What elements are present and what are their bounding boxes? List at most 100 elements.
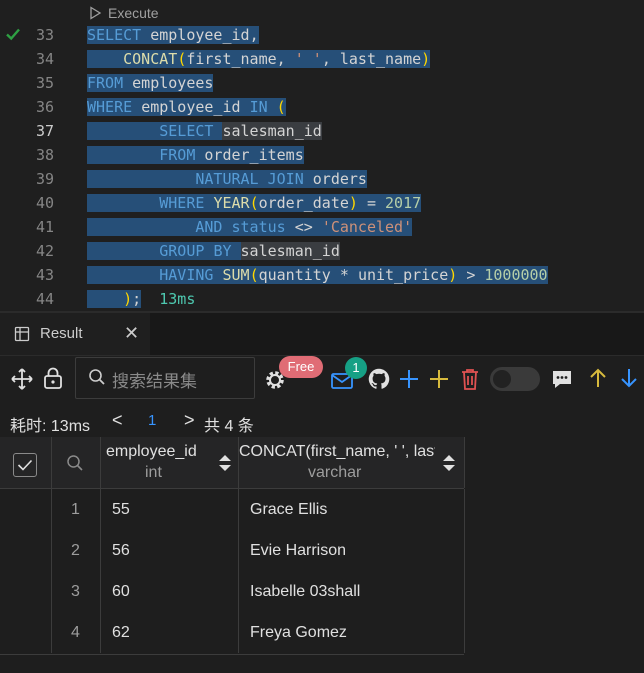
- full-name-cell[interactable]: Grace Ellis: [238, 489, 465, 530]
- code-line[interactable]: 38 FROM order_items: [0, 143, 644, 167]
- search-placeholder: 搜索结果集: [112, 372, 197, 391]
- close-icon[interactable]: ✕: [124, 323, 139, 344]
- code-text: AND status <> 'Canceled': [87, 215, 413, 239]
- code-line[interactable]: 35 FROM employees: [0, 71, 644, 95]
- row-number: 2: [51, 530, 101, 571]
- result-toolbar: 搜索结果集 Free 1: [0, 356, 644, 402]
- line-number: 33: [35, 26, 54, 44]
- elapsed-time: 耗时: 13ms: [10, 418, 91, 435]
- sort-icon[interactable]: [218, 453, 232, 473]
- free-badge[interactable]: Free: [279, 356, 323, 378]
- result-tab-bar: Result ✕: [0, 313, 644, 356]
- column-name: CONCAT(first_name, ' ', last_name): [239, 443, 435, 460]
- tab-result[interactable]: Result ✕: [0, 313, 150, 355]
- code-line[interactable]: 37 SELECT salesman_id: [0, 119, 644, 143]
- employee-id-cell[interactable]: 55: [100, 489, 239, 530]
- move-icon[interactable]: [10, 367, 34, 391]
- search-icon: [89, 369, 105, 385]
- execute-codelens[interactable]: Execute: [88, 4, 159, 22]
- line-number: 37: [35, 122, 54, 140]
- code-line[interactable]: 39 NATURAL JOIN orders: [0, 167, 644, 191]
- employee-id-cell[interactable]: 60: [100, 571, 239, 612]
- result-search-input[interactable]: 搜索结果集: [75, 357, 255, 399]
- execute-label: Execute: [108, 5, 159, 21]
- add-column-icon[interactable]: [428, 368, 450, 390]
- code-text: ); 13ms: [87, 287, 195, 311]
- arrow-up-icon[interactable]: [588, 367, 608, 389]
- search-icon[interactable]: [66, 454, 84, 472]
- code-line[interactable]: 44 ); 13ms: [0, 287, 644, 311]
- full-name-cell[interactable]: Isabelle 03shall: [238, 571, 465, 612]
- code-line[interactable]: 41 AND status <> 'Canceled': [0, 215, 644, 239]
- code-line[interactable]: 42 GROUP BY salesman_id: [0, 239, 644, 263]
- toggle-knob: [493, 370, 511, 388]
- table-row[interactable]: 3 60 Isabelle 03shall: [0, 571, 465, 612]
- line-number: 39: [35, 170, 54, 188]
- select-all-cell: [0, 437, 52, 488]
- line-number: 44: [35, 290, 54, 308]
- sort-icon[interactable]: [442, 453, 456, 473]
- code-text: SELECT salesman_id: [87, 119, 322, 143]
- sql-editor[interactable]: Execute 33 SELECT employee_id, 34 CONCAT…: [0, 0, 644, 312]
- row-number: 1: [51, 489, 101, 530]
- table-row[interactable]: 4 62 Freya Gomez: [0, 612, 465, 653]
- comment-icon[interactable]: [551, 368, 573, 390]
- checkmark-icon: [17, 459, 33, 471]
- notification-count-badge: 1: [345, 357, 367, 379]
- row-number: 3: [51, 571, 101, 612]
- code-line[interactable]: 43 HAVING SUM(quantity * unit_price) > 1…: [0, 263, 644, 287]
- table-icon: [14, 326, 30, 342]
- code-text: FROM order_items: [87, 143, 304, 167]
- line-number: 40: [35, 194, 54, 212]
- code-text: WHERE employee_id IN (: [87, 98, 286, 116]
- add-row-icon[interactable]: [398, 368, 420, 390]
- line-number: 34: [35, 50, 54, 68]
- table-header: employee_id int CONCAT(first_name, ' ', …: [0, 437, 465, 489]
- line-number: 38: [35, 146, 54, 164]
- full-name-cell[interactable]: Freya Gomez: [238, 612, 465, 653]
- row-select-cell[interactable]: [0, 530, 52, 571]
- column-header-concat[interactable]: CONCAT(first_name, ' ', last_name) varch…: [238, 437, 465, 488]
- delete-icon[interactable]: [459, 367, 481, 391]
- full-name-cell[interactable]: Evie Harrison: [238, 530, 465, 571]
- column-name: employee_id: [106, 443, 197, 460]
- next-page-button[interactable]: >: [184, 410, 195, 431]
- line-number: 42: [35, 242, 54, 260]
- row-select-cell[interactable]: [0, 489, 52, 530]
- code-line[interactable]: 36 WHERE employee_id IN (: [0, 95, 644, 119]
- table-bottom-border: [0, 654, 464, 655]
- tab-result-label: Result: [40, 325, 83, 342]
- table-row[interactable]: 1 55 Grace Ellis: [0, 489, 465, 530]
- result-table: employee_id int CONCAT(first_name, ' ', …: [0, 437, 465, 655]
- row-search-cell: [51, 437, 101, 488]
- employee-id-cell[interactable]: 62: [100, 612, 239, 653]
- row-select-cell[interactable]: [0, 612, 52, 653]
- line-number: 36: [35, 98, 54, 116]
- code-text: FROM employees: [87, 74, 214, 92]
- column-header-employee-id[interactable]: employee_id int: [100, 437, 239, 488]
- line-number: 41: [35, 218, 54, 236]
- code-line[interactable]: 40 WHERE YEAR(order_date) = 2017: [0, 191, 644, 215]
- table-row[interactable]: 2 56 Evie Harrison: [0, 530, 465, 571]
- code-text: HAVING SUM(quantity * unit_price) > 1000…: [87, 263, 548, 287]
- line-number: 35: [35, 74, 54, 92]
- lock-icon[interactable]: [42, 366, 64, 390]
- line-number: 43: [35, 266, 54, 284]
- code-line[interactable]: 34 CONCAT(first_name, ' ', last_name): [0, 47, 644, 71]
- code-text: NATURAL JOIN orders: [87, 167, 367, 191]
- code-line[interactable]: 33 SELECT employee_id,: [0, 23, 644, 47]
- pagination-bar: 耗时: 13ms < 1 > 共 4 条: [0, 404, 644, 438]
- employee-id-cell[interactable]: 56: [100, 530, 239, 571]
- arrow-down-icon[interactable]: [619, 367, 639, 389]
- play-icon: [90, 6, 102, 20]
- select-all-checkbox[interactable]: [13, 453, 37, 477]
- execution-time: 13ms: [159, 290, 196, 308]
- prev-page-button[interactable]: <: [112, 410, 123, 431]
- current-page-input[interactable]: 1: [148, 412, 156, 429]
- github-icon[interactable]: [367, 367, 391, 391]
- row-select-cell[interactable]: [0, 571, 52, 612]
- code-text: WHERE YEAR(order_date) = 2017: [87, 191, 422, 215]
- toggle-switch[interactable]: [490, 367, 540, 391]
- total-count: 共 4 条: [204, 418, 254, 435]
- code-text: GROUP BY salesman_id: [87, 239, 340, 263]
